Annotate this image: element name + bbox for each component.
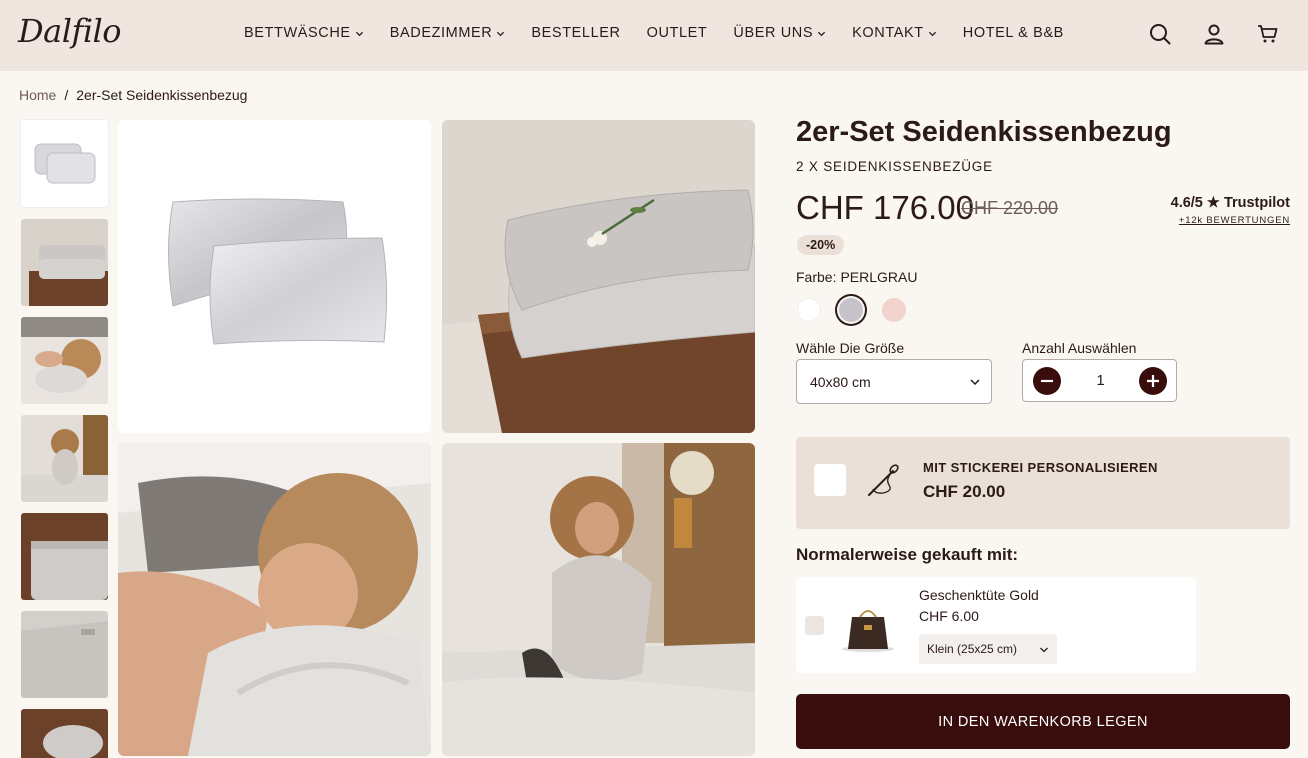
bought-with-title: Normalerweise gekauft mit: xyxy=(796,545,1019,564)
size-select[interactable]: 40x80 cm xyxy=(796,359,992,404)
chevron-down-icon xyxy=(818,31,826,36)
woman-sleeping-image xyxy=(21,317,108,404)
woman-sleeping-image xyxy=(118,443,431,756)
gift-bag-image xyxy=(842,610,894,652)
star-icon: ★ xyxy=(1206,195,1220,211)
size-label: Wähle Die Größe xyxy=(796,340,905,356)
thumbnail-5[interactable] xyxy=(21,513,108,600)
breadcrumb: Home / 2er-Set Seidenkissenbezug xyxy=(19,87,247,103)
woman-sitting-image xyxy=(21,415,108,502)
pillow-wood-image xyxy=(21,709,108,758)
thumbnail-4[interactable] xyxy=(21,415,108,502)
plus-icon xyxy=(1147,375,1159,387)
rating-provider: Trustpilot xyxy=(1223,195,1290,211)
breadcrumb-separator: / xyxy=(64,87,69,103)
image-pillows-on-bench[interactable] xyxy=(442,120,755,433)
woman-hugging-pillow-image xyxy=(442,443,755,756)
add-to-cart-button[interactable]: IN DEN WARENKORB LEGEN xyxy=(796,694,1290,749)
nav-label: OUTLET xyxy=(646,25,708,41)
needle-thread-icon xyxy=(868,464,899,496)
nav-item-kontakt[interactable]: KONTAKT xyxy=(852,25,937,41)
nav-item-outlet[interactable]: OUTLET xyxy=(647,25,708,41)
pillow-closeup-image xyxy=(21,513,108,600)
product-price: CHF 176.00 xyxy=(796,189,974,226)
silk-pillows-image xyxy=(168,198,388,345)
breadcrumb-current: 2er-Set Seidenkissenbezug xyxy=(76,87,248,103)
pillow-detail-image xyxy=(21,611,108,698)
nav-label: HOTEL & B&B xyxy=(962,25,1064,41)
embroidery-option: MIT STICKEREI PERSONALISIEREN CHF 20.00 xyxy=(796,437,1290,529)
chevron-down-icon xyxy=(1040,647,1048,653)
main-image-pillows[interactable] xyxy=(118,120,431,433)
bought-with-card: Geschenktüte Gold CHF 6.00 Klein (25x25 … xyxy=(796,577,1196,673)
embroidery-price: CHF 20.00 xyxy=(923,482,1006,501)
chevron-down-icon xyxy=(970,379,980,386)
thumbnail-6[interactable] xyxy=(21,611,108,698)
size-value: 40x80 cm xyxy=(810,373,871,390)
product-title: 2er-Set Seidenkissenbezug xyxy=(796,116,1172,148)
thumbnail-7[interactable] xyxy=(21,709,108,758)
account-icon[interactable] xyxy=(1202,22,1226,46)
rating-value: 4.6/5 xyxy=(1170,195,1203,211)
color-label: Farbe: PERLGRAU xyxy=(796,269,918,285)
cart-icon[interactable] xyxy=(1256,22,1280,46)
image-woman-hugging-pillow[interactable] xyxy=(442,443,755,756)
nav-label: KONTAKT xyxy=(852,25,924,41)
color-value: PERLGRAU xyxy=(840,269,918,285)
pillows-bench-image xyxy=(442,120,755,433)
pillow-image xyxy=(34,143,96,184)
thumbnail-3[interactable] xyxy=(21,317,108,404)
color-swatch-perlgrau[interactable] xyxy=(839,298,863,322)
nav-label: BETTWÄSCHE xyxy=(244,25,351,41)
logo[interactable]: Dalfilo xyxy=(18,12,122,50)
search-icon[interactable] xyxy=(1148,22,1172,46)
chevron-down-icon xyxy=(497,31,505,36)
nav-label: BESTELLER xyxy=(531,25,621,41)
quantity-increase-button[interactable] xyxy=(1139,367,1167,395)
nav-label: ÜBER UNS xyxy=(733,25,814,41)
trustpilot-rating[interactable]: 4.6/5 ★ Trustpilot xyxy=(1171,195,1290,211)
image-woman-sleeping[interactable] xyxy=(118,443,431,756)
discount-badge: -20% xyxy=(797,235,845,255)
thumbnail-1[interactable] xyxy=(21,120,108,207)
chevron-down-icon xyxy=(928,31,936,36)
nav-item-hotel[interactable]: HOTEL & B&B xyxy=(963,25,1064,41)
nav-item-ueber-uns[interactable]: ÜBER UNS xyxy=(733,25,826,41)
embroidery-checkbox[interactable] xyxy=(814,464,846,496)
chevron-down-icon xyxy=(355,31,363,36)
quantity-stepper: 1 xyxy=(1022,359,1177,402)
nav-item-besteller[interactable]: BESTELLER xyxy=(531,25,620,41)
site-header: Dalfilo BETTWÄSCHE BADEZIMMER BESTELLER … xyxy=(0,0,1308,71)
embroidery-title: MIT STICKEREI PERSONALISIEREN xyxy=(923,460,1158,475)
breadcrumb-home[interactable]: Home xyxy=(19,87,56,103)
nav-item-bettwaesche[interactable]: BETTWÄSCHE xyxy=(244,25,364,41)
color-swatch-white[interactable] xyxy=(797,298,821,322)
color-label-text: Farbe: xyxy=(796,269,837,285)
product-subtitle: 2 X SEIDENKISSENBEZÜGE xyxy=(796,159,993,174)
bought-with-name: Geschenktüte Gold xyxy=(919,587,1039,603)
bought-with-price: CHF 6.00 xyxy=(919,608,979,624)
quantity-label: Anzahl Auswählen xyxy=(1022,340,1137,356)
nav-label: BADEZIMMER xyxy=(389,25,493,41)
thumbnail-2[interactable] xyxy=(21,219,108,306)
main-nav: BETTWÄSCHE BADEZIMMER BESTELLER OUTLET Ü… xyxy=(244,25,1090,41)
pillow-bench-image xyxy=(21,219,108,306)
product-old-price: CHF 220.00 xyxy=(961,198,1059,218)
color-swatch-rose[interactable] xyxy=(882,298,906,322)
bought-with-checkbox[interactable] xyxy=(805,616,824,635)
bought-with-size-select[interactable]: Klein (25x25 cm) xyxy=(919,634,1057,664)
bought-with-size-value: Klein (25x25 cm) xyxy=(927,642,1018,656)
reviews-link[interactable]: +12k BEWERTUNGEN xyxy=(1179,215,1290,226)
nav-item-badezimmer[interactable]: BADEZIMMER xyxy=(390,25,506,41)
